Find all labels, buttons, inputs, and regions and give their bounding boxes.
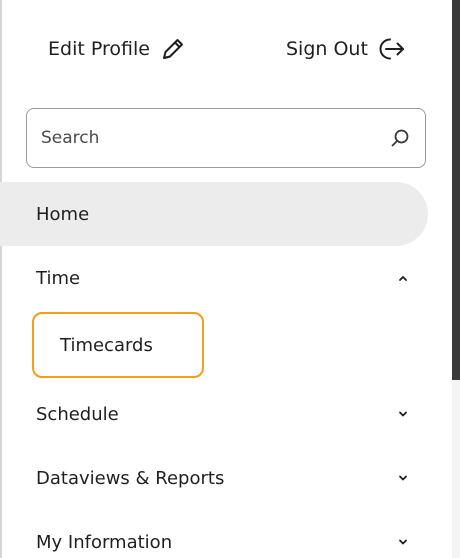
nav-subitem-timecards-label: Timecards: [60, 334, 153, 356]
edit-profile-label: Edit Profile: [48, 38, 150, 60]
search-icon[interactable]: [389, 127, 411, 149]
sign-out-button[interactable]: Sign Out: [286, 36, 406, 62]
chevron-down-icon[interactable]: [396, 471, 410, 485]
edit-profile-button[interactable]: Edit Profile: [48, 36, 186, 62]
nav-item-dataviews-reports-label: Dataviews & Reports: [36, 467, 225, 489]
nav-item-my-information-label: My Information: [36, 531, 173, 553]
sign-out-arrow-icon: [379, 38, 404, 60]
search-input[interactable]: [41, 128, 389, 148]
main-navigation: Home Time Timecards Schedule Dataviews &…: [0, 182, 452, 558]
profile-actions: Edit Profile Sign Out: [0, 0, 452, 104]
nav-item-schedule-label: Schedule: [36, 403, 119, 425]
nav-subitem-timecards[interactable]: Timecards: [32, 312, 204, 378]
nav-item-home-label: Home: [36, 203, 90, 225]
time-submenu: Timecards: [0, 310, 452, 378]
nav-item-dataviews-reports[interactable]: Dataviews & Reports: [0, 446, 452, 510]
nav-item-time-label: Time: [36, 267, 81, 289]
chevron-down-icon[interactable]: [396, 535, 410, 549]
nav-item-schedule[interactable]: Schedule: [0, 382, 452, 446]
pencil-icon: [162, 39, 183, 59]
sign-out-label: Sign Out: [286, 38, 368, 60]
nav-item-home[interactable]: Home: [0, 182, 428, 246]
search-box[interactable]: [26, 108, 426, 168]
chevron-down-icon[interactable]: [396, 407, 410, 421]
nav-item-time[interactable]: Time: [0, 246, 452, 310]
chevron-up-icon[interactable]: [396, 271, 410, 285]
scrollbar-thumb[interactable]: [452, 0, 460, 380]
navigation-panel: Edit Profile Sign Out Home: [0, 0, 460, 558]
nav-item-my-information[interactable]: My Information: [0, 510, 452, 558]
